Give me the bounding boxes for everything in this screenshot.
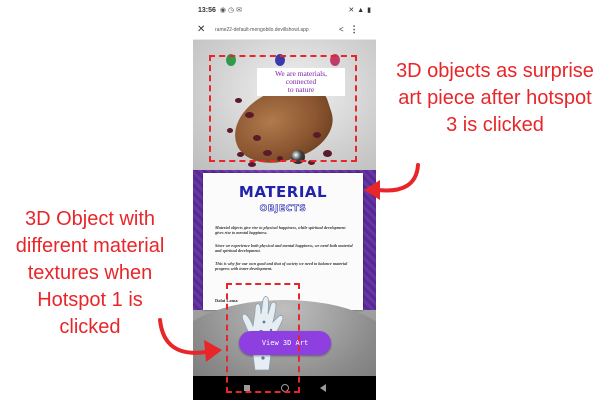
board-paragraph: This is why for our own good and that of… [215, 261, 348, 271]
notification-app-icon: ✉ [236, 7, 242, 14]
notification-icons: ◉ ◷ ✉ [220, 6, 242, 14]
highlight-art-piece [209, 55, 357, 162]
browser-url-bar: ✕ rame22-default-mengobilo.devillshowl.a… [193, 20, 376, 40]
annotation-left: 3D Object with different material textur… [15, 208, 165, 338]
highlight-hand-object [226, 283, 300, 393]
pebble [248, 162, 256, 167]
arrow-left-icon [158, 318, 222, 362]
annotation-right: 3D objects as surprise art piece after h… [396, 60, 594, 136]
battery-icon: ▮ [367, 7, 371, 14]
status-right-icons: ✕ ▲ ▮ [348, 6, 371, 15]
status-time: 13:56 [198, 6, 216, 14]
close-icon[interactable]: ✕ [197, 24, 207, 35]
board-title: MATERIAL [238, 183, 328, 201]
board-subtitle: OBJECTS [259, 204, 307, 215]
url-text[interactable]: rame22-default-mengobilo.devillshowl.app [215, 27, 333, 33]
mute-icon: ✕ [348, 7, 355, 14]
back-icon[interactable] [319, 384, 326, 392]
board-paragraph: Material objects give rise to physical h… [215, 225, 346, 235]
more-menu-icon[interactable]: ⋮ [350, 24, 359, 35]
status-bar: 13:56 ◉ ◷ ✉ ✕ ▲ ▮ [193, 0, 376, 20]
notification-clock-icon: ◷ [228, 7, 235, 14]
signal-icon: ▲ [357, 6, 365, 14]
board-paragraph: Since we experience both physical and me… [215, 243, 353, 253]
arrow-right-icon [364, 163, 420, 200]
notification-dot-icon: ◉ [219, 7, 227, 14]
share-icon[interactable]: < [339, 25, 344, 34]
